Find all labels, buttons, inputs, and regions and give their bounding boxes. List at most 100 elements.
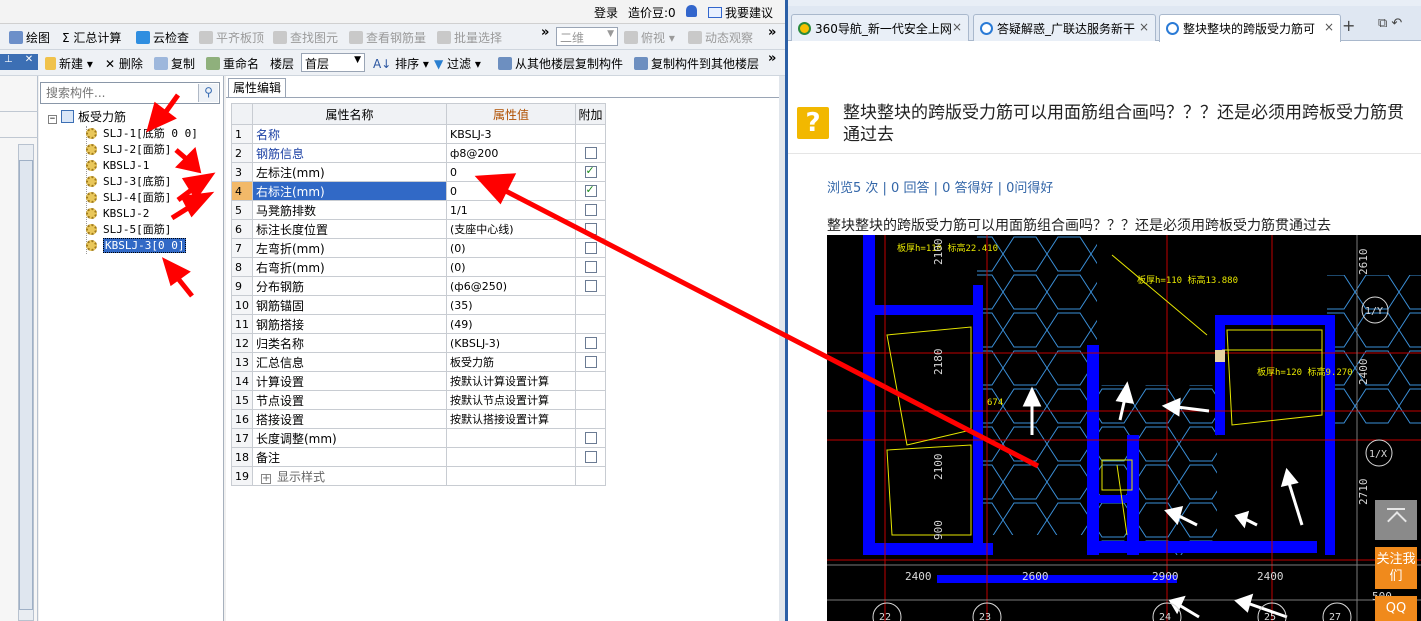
close-tab-icon[interactable]: × (1324, 20, 1334, 34)
expand-icon[interactable]: + (261, 473, 271, 484)
tree-item[interactable]: SLJ-3[底筋] (86, 174, 171, 190)
checkbox[interactable] (584, 242, 597, 254)
new-tab-icon[interactable]: + (1342, 16, 1355, 35)
bell-icon[interactable] (686, 4, 697, 18)
property-row[interactable]: 3 左标注(mm) 0 (231, 162, 606, 182)
property-value[interactable]: (0) (446, 238, 576, 258)
property-value[interactable]: (49) (446, 314, 576, 334)
property-row[interactable]: 15 节点设置 按默认节点设置计算 (231, 390, 606, 410)
collapse-icon[interactable]: − (48, 115, 57, 124)
property-row[interactable]: 1 名称 KBSLJ-3 (231, 124, 606, 144)
property-value[interactable]: KBSLJ-3 (446, 124, 576, 144)
property-value[interactable]: ф8@200 (446, 143, 576, 163)
question-stats[interactable]: 浏览5 次 | 0 回答 | 0 答得好 | 0问得好 (827, 177, 1053, 196)
tree-item[interactable]: SLJ-1[底筋 0 0] (86, 126, 198, 142)
property-value[interactable] (446, 428, 576, 448)
rename-button[interactable]: 重命名 (206, 55, 259, 72)
new-button[interactable]: 新建 ▾ (45, 55, 93, 72)
tree-item[interactable]: KBSLJ-2 (86, 206, 149, 222)
property-row[interactable]: 2 钢筋信息 ф8@200 (231, 143, 606, 163)
property-row[interactable]: 5 马凳筋排数 1/1 (231, 200, 606, 220)
checkbox[interactable] (584, 223, 597, 235)
property-row[interactable]: 6 标注长度位置 (支座中心线) (231, 219, 606, 239)
nav-strip-row[interactable] (0, 118, 38, 138)
property-value[interactable]: 按默认计算设置计算 (446, 371, 576, 391)
header-value[interactable]: 属性值 (446, 103, 576, 125)
property-value[interactable]: 0 (446, 181, 576, 201)
close-icon[interactable]: ✕ (25, 54, 33, 65)
browser-tab[interactable]: 答疑解惑_广联达服务新干 × (973, 14, 1156, 41)
checkbox[interactable] (584, 280, 597, 292)
follow-us-button[interactable]: 关注我们 (1375, 547, 1417, 589)
tree-item-selected[interactable]: KBSLJ-3[0 0] (86, 238, 187, 254)
property-value[interactable]: 1/1 (446, 200, 576, 220)
toolbar-overflow-icon-2[interactable]: » (768, 25, 776, 40)
property-row[interactable]: 16 搭接设置 按默认搭接设置计算 (231, 409, 606, 429)
property-value[interactable]: 0 (446, 162, 576, 182)
property-value[interactable]: (ф6@250) (446, 276, 576, 296)
delete-button[interactable]: ✕ 删除 (105, 55, 143, 72)
property-row[interactable]: 8 右弯折(mm) (0) (231, 257, 606, 277)
view-rebar-button[interactable]: 查看钢筋量 (349, 29, 426, 46)
checkbox[interactable] (584, 356, 597, 368)
property-value[interactable]: (35) (446, 295, 576, 315)
checkbox-checked[interactable] (584, 164, 597, 178)
sum-calc-button[interactable]: Σ 汇总计算 (62, 29, 121, 46)
property-row[interactable]: 17 长度调整(mm) (231, 428, 606, 448)
login-link[interactable]: 登录 (594, 4, 618, 21)
checkbox[interactable] (584, 432, 597, 444)
tab-property-edit[interactable]: 属性编辑 (228, 78, 286, 98)
tree-item[interactable]: KBSLJ-1 (86, 158, 149, 174)
property-row[interactable]: 13 汇总信息 板受力筋 (231, 352, 606, 372)
property-row[interactable]: 12 归类名称 (KBSLJ-3) (231, 333, 606, 353)
property-value[interactable]: 按默认节点设置计算 (446, 390, 576, 410)
property-value[interactable]: (0) (446, 257, 576, 277)
filter-button[interactable]: ▼ 过滤 ▾ (434, 55, 481, 72)
property-row[interactable]: 9 分布钢筋 (ф6@250) (231, 276, 606, 296)
property-row[interactable]: 10 钢筋锚固 (35) (231, 295, 606, 315)
search-icon[interactable]: ⚲ (198, 84, 218, 102)
browser-tab[interactable]: 360导航_新一代安全上网 × (791, 14, 969, 41)
checkbox[interactable] (584, 204, 597, 216)
tree-root[interactable]: − 板受力筋 (48, 110, 126, 126)
checkbox-checked[interactable] (584, 183, 597, 197)
checkbox[interactable] (584, 147, 597, 159)
view-mode-select[interactable]: 二维 ▼ (556, 27, 618, 46)
header-name[interactable]: 属性名称 (252, 103, 447, 125)
checkbox[interactable] (584, 337, 597, 349)
dock-pin-bar[interactable]: ⊥ ✕ (0, 54, 38, 70)
property-row[interactable]: 4 右标注(mm) 0 (231, 181, 606, 201)
tree-item[interactable]: SLJ-2[面筋] (86, 142, 171, 158)
toolbar-overflow-icon[interactable]: » (541, 25, 549, 40)
component-search-input[interactable] (44, 84, 194, 102)
top-view-button[interactable]: 俯视 ▾ (624, 29, 675, 46)
toolbar-overflow-icon-3[interactable]: » (768, 51, 776, 66)
property-value[interactable] (446, 447, 576, 467)
close-tab-icon[interactable]: × (952, 20, 962, 34)
batch-select-button[interactable]: 批量选择 (437, 29, 502, 46)
draw-button[interactable]: 绘图 (9, 29, 50, 46)
property-value[interactable]: 板受力筋 (446, 352, 576, 372)
property-row[interactable]: 19 + 显示样式 (231, 466, 606, 486)
find-element-button[interactable]: 查找图元 (273, 29, 338, 46)
property-value[interactable]: 按默认搭接设置计算 (446, 409, 576, 429)
tab-list-icon[interactable]: ⧉ ↶ (1378, 16, 1402, 31)
dynamic-view-button[interactable]: 动态观察 (688, 29, 753, 46)
tree-item[interactable]: SLJ-5[面筋] (86, 222, 171, 238)
property-value[interactable] (446, 466, 576, 486)
copy-to-floor-button[interactable]: 复制构件到其他楼层 (634, 55, 759, 72)
level-slab-button[interactable]: 平齐板顶 (199, 29, 264, 46)
left-scrollbar-thumb[interactable] (19, 160, 33, 610)
property-row[interactable]: 14 计算设置 按默认计算设置计算 (231, 371, 606, 391)
tree-item[interactable]: SLJ-4[面筋] (86, 190, 171, 206)
sort-button[interactable]: A↓ 排序 ▾ (373, 55, 429, 72)
copy-button[interactable]: 复制 (154, 55, 195, 72)
property-row[interactable]: 11 钢筋搭接 (49) (231, 314, 606, 334)
nav-strip-row[interactable] (0, 92, 38, 112)
qq-button[interactable]: QQ (1375, 596, 1417, 621)
browser-tab-active[interactable]: 整块整块的跨版受力筋可 × (1159, 14, 1341, 42)
property-row[interactable]: 18 备注 (231, 447, 606, 467)
property-value[interactable]: (支座中心线) (446, 219, 576, 239)
back-to-top-icon[interactable] (1375, 500, 1417, 540)
checkbox[interactable] (584, 451, 597, 463)
